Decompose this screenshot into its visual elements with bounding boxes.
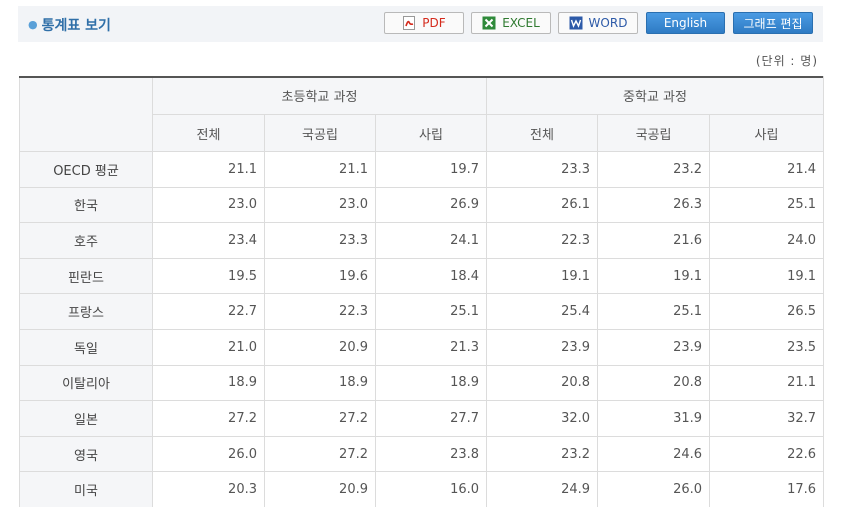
value-cell: 27.7 [374,400,488,437]
country-cell: 이탈리아 [19,364,153,402]
pdf-button-label: PDF [422,16,446,30]
value-cell: 19.5 [152,257,265,295]
pdf-icon [402,16,416,30]
page-title: ● 통계표 보기 [28,15,111,35]
value-cell: 32.0 [486,400,599,437]
value-cell: 26.1 [486,186,599,224]
value-cell: 21.1 [152,151,265,188]
country-cell: OECD 평균 [19,151,153,188]
value-cell: 23.3 [264,222,376,259]
pdf-button[interactable]: PDF [384,12,464,34]
value-cell: 23.4 [152,222,265,259]
table-row: 이탈리아 18.9 18.9 18.9 20.8 20.8 21.1 [19,364,825,402]
subheader-cell: 국공립 [597,114,711,152]
value-cell: 23.2 [597,151,711,188]
value-cell: 21.1 [709,364,825,402]
value-cell: 23.8 [374,435,488,473]
english-button[interactable]: English [646,12,725,34]
value-cell: 19.1 [709,257,825,295]
subheader-cell: 사립 [374,114,488,152]
value-cell: 23.0 [152,186,265,224]
value-cell: 23.5 [709,328,825,366]
value-cell: 25.4 [486,293,599,330]
value-cell: 23.3 [486,151,599,188]
subheader-cell: 국공립 [264,114,376,152]
subheader-cell: 사립 [709,114,825,152]
value-cell: 25.1 [374,293,488,330]
corner-header-cell [19,76,153,152]
value-cell: 25.1 [597,293,711,330]
value-cell: 27.2 [264,435,376,473]
country-cell: 프랑스 [19,293,153,330]
subheader-cell: 전체 [486,114,599,152]
value-cell: 24.6 [597,435,711,473]
table-row: 일본 27.2 27.2 27.7 32.0 31.9 32.7 [19,400,825,437]
value-cell: 21.3 [374,328,488,366]
statistics-table: 초등학교 과정 중학교 과정 전체 국공립 사립 전체 국공립 사립 OECD … [19,76,825,507]
excel-button-label: EXCEL [502,16,540,30]
country-cell: 핀란드 [19,257,153,295]
value-cell: 20.9 [264,328,376,366]
value-cell: 19.1 [597,257,711,295]
value-cell: 24.0 [709,222,825,259]
value-cell: 18.9 [152,364,265,402]
table-top-border [19,76,823,78]
group-header-elementary: 초등학교 과정 [151,76,488,115]
table-row: 독일 21.0 20.9 21.3 23.9 23.9 23.5 [19,328,825,366]
group-header-middle: 중학교 과정 [486,76,825,115]
value-cell: 22.7 [152,293,265,330]
value-cell: 19.1 [486,257,599,295]
country-cell: 한국 [19,186,153,224]
value-cell: 21.0 [152,328,265,366]
value-cell: 18.9 [264,364,376,402]
value-cell: 26.3 [597,186,711,224]
value-cell: 20.8 [486,364,599,402]
value-cell: 19.7 [374,151,488,188]
word-icon [569,16,583,30]
table-row: 핀란드 19.5 19.6 18.4 19.1 19.1 19.1 [19,257,825,295]
value-cell: 20.8 [597,364,711,402]
country-cell: 영국 [19,435,153,473]
value-cell: 22.6 [709,435,825,473]
value-cell: 18.4 [374,257,488,295]
value-cell: 25.1 [709,186,825,224]
unit-label: (단위 : 명) [755,54,818,68]
value-cell: 26.9 [374,186,488,224]
subheader-cell: 전체 [152,114,265,152]
value-cell: 23.9 [597,328,711,366]
value-cell: 23.9 [486,328,599,366]
value-cell: 19.6 [264,257,376,295]
value-cell: 22.3 [264,293,376,330]
table-row: 프랑스 22.7 22.3 25.1 25.4 25.1 26.5 [19,293,825,330]
value-cell: 23.2 [486,435,599,473]
value-cell: 23.0 [264,186,376,224]
graph-edit-button[interactable]: 그래프 편집 [733,12,813,34]
value-cell: 26.0 [152,435,265,473]
value-cell: 24.1 [374,222,488,259]
value-cell: 26.5 [709,293,825,330]
table-row: 영국 26.0 27.2 23.8 23.2 24.6 22.6 [19,435,825,473]
value-cell: 21.4 [709,151,825,188]
value-cell: 27.2 [264,400,376,437]
word-button-label: WORD [588,16,628,30]
value-cell: 22.3 [486,222,599,259]
value-cell: 21.6 [597,222,711,259]
country-cell: 일본 [19,400,153,437]
word-button[interactable]: WORD [558,12,638,34]
bullet-icon: ● [28,18,38,31]
value-cell: 21.1 [264,151,376,188]
table-row: OECD 평균 21.1 21.1 19.7 23.3 23.2 21.4 [19,151,825,188]
table-row: 호주 23.4 23.3 24.1 22.3 21.6 24.0 [19,222,825,259]
page-title-text: 통계표 보기 [41,18,111,34]
country-cell: 독일 [19,328,153,366]
value-cell: 31.9 [597,400,711,437]
value-cell: 18.9 [374,364,488,402]
excel-button[interactable]: EXCEL [471,12,551,34]
excel-icon [482,16,496,30]
value-cell: 27.2 [152,400,265,437]
table-row: 한국 23.0 23.0 26.9 26.1 26.3 25.1 [19,186,825,224]
country-cell: 호주 [19,222,153,259]
value-cell: 32.7 [709,400,825,437]
